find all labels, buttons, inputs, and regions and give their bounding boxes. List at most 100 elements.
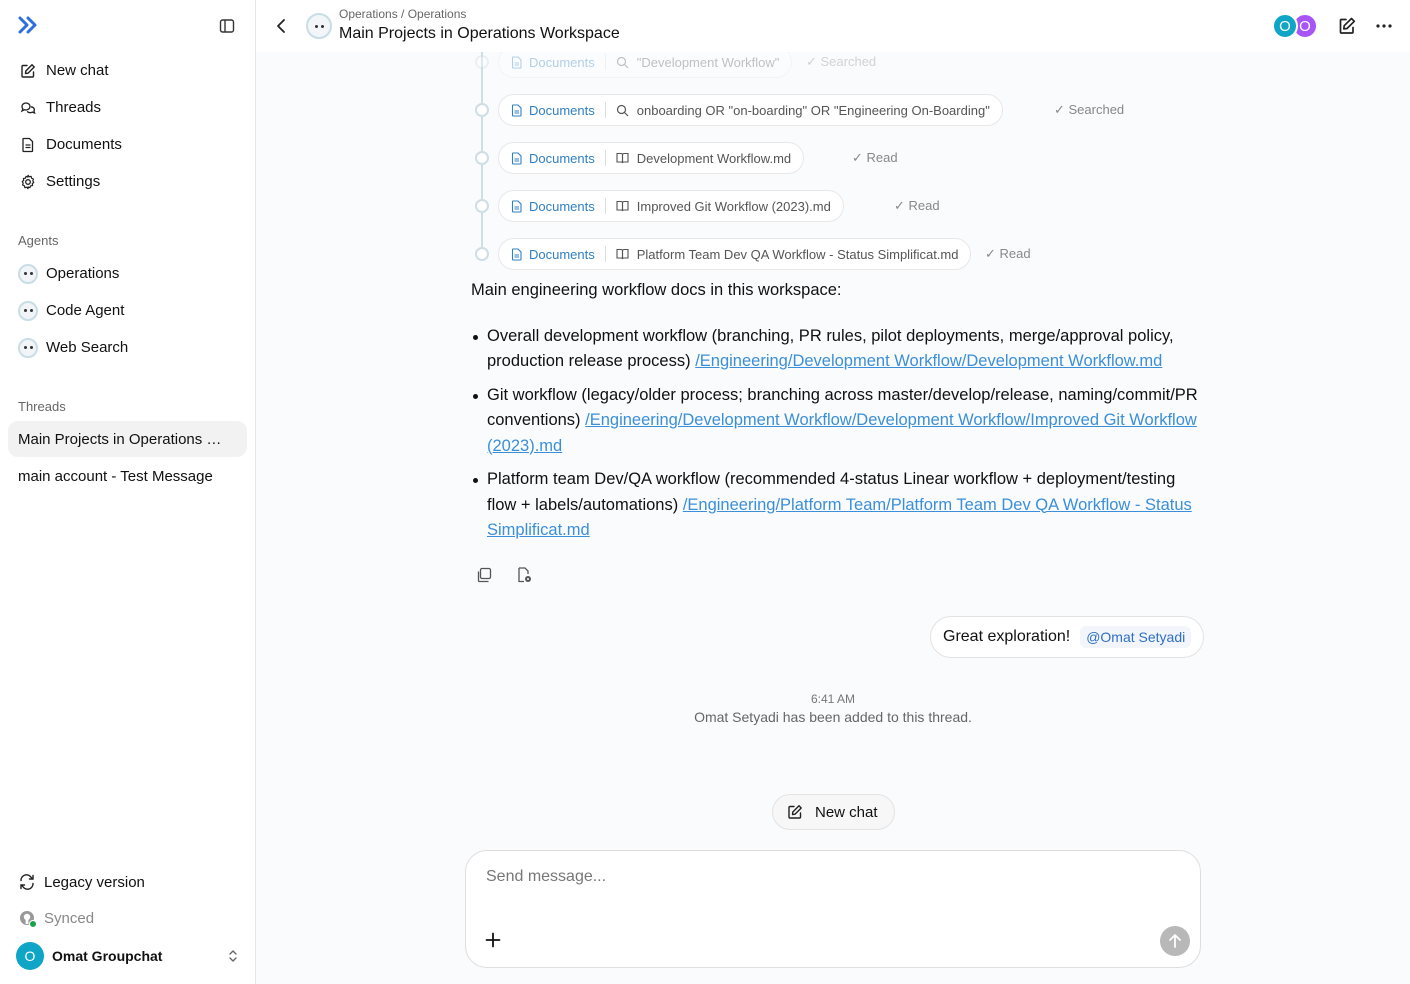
thread-label: Main Projects in Operations Workspace — [18, 430, 235, 448]
tool-status: ✓ Read — [852, 150, 898, 165]
assistant-message: Main engineering workflow docs in this w… — [471, 278, 1201, 552]
search-icon — [616, 56, 629, 68]
tool-call-pill[interactable]: Documents Platform Team Dev QA Workflow … — [498, 238, 972, 270]
main-panel: Operations / Operations Main Projects in… — [256, 0, 1410, 984]
copy-icon[interactable] — [475, 566, 493, 584]
synced-dot — [29, 920, 37, 928]
document-link[interactable]: /Engineering/Development Workflow/Develo… — [695, 352, 1162, 370]
document-link[interactable]: /Engineering/Development Workflow/Develo… — [487, 411, 1197, 455]
list-item: Git workflow (legacy/older process; bran… — [471, 383, 1201, 460]
avatar: O — [1272, 13, 1298, 39]
user-menu[interactable]: O Omat Groupchat — [8, 936, 247, 976]
nav-label: New chat — [46, 62, 109, 79]
tool-call-pill[interactable]: Documents onboarding OR "on-boarding" OR… — [498, 94, 1003, 126]
message-list: Overall development workflow (branching,… — [471, 324, 1201, 544]
nav-label: Settings — [46, 173, 101, 190]
agent-list: Operations Code Agent Web Search — [8, 255, 247, 366]
agent-operations[interactable]: Operations — [8, 255, 247, 292]
new-chat-button[interactable]: New chat — [772, 794, 895, 830]
agent-label: Web Search — [46, 339, 129, 356]
timeline-dot — [475, 55, 489, 69]
sidebar-toggle-icon[interactable] — [216, 15, 238, 37]
tool-query: Platform Team Dev QA Workflow - Status S… — [636, 246, 959, 262]
tool-source: Documents — [529, 150, 595, 166]
tool-query: onboarding OR "on-boarding" OR "Engineer… — [636, 102, 990, 118]
nav-new-chat[interactable]: New chat — [8, 52, 247, 89]
nav-documents[interactable]: Documents — [8, 126, 247, 163]
list-item: Platform team Dev/QA workflow (recommend… — [471, 467, 1201, 544]
tool-source: Documents — [529, 198, 595, 214]
list-item: Overall development workflow (branching,… — [471, 324, 1201, 375]
tool-source: Documents — [529, 102, 595, 118]
timeline-dot — [475, 103, 489, 117]
tool-source: Documents — [529, 246, 595, 262]
participant-avatars[interactable]: O O — [1272, 13, 1322, 39]
thread-label: main account - Test Message — [18, 467, 213, 485]
timeline-dot — [475, 199, 489, 213]
send-button[interactable] — [1160, 926, 1190, 956]
legacy-version-label: Legacy version — [44, 873, 145, 891]
agent-web-search[interactable]: Web Search — [8, 329, 247, 366]
more-options-icon[interactable] — [1374, 16, 1394, 36]
document-settings-icon[interactable] — [515, 566, 533, 584]
tool-call-pill[interactable]: Documents Improved Git Workflow (2023).m… — [498, 190, 844, 222]
tool-status: ✓ Searched — [1054, 102, 1125, 117]
edit-icon — [788, 805, 802, 819]
synced-label: Synced — [44, 909, 95, 927]
thread-item[interactable]: Main Projects in Operations Workspace — [8, 421, 247, 457]
tool-query: "Development Workflow" — [636, 54, 780, 70]
nav-label: Documents — [46, 136, 122, 153]
thread-item[interactable]: main account - Test Message — [8, 458, 247, 494]
tool-call-pill[interactable]: Documents Development Workflow.md — [498, 142, 805, 174]
legacy-version-link[interactable]: Legacy version — [8, 864, 247, 900]
plus-icon[interactable] — [484, 931, 502, 949]
nav-settings[interactable]: Settings — [8, 163, 247, 200]
github-icon — [18, 909, 37, 928]
chevron-up-down-icon — [227, 948, 239, 964]
agent-code-agent[interactable]: Code Agent — [8, 292, 247, 329]
agent-avatar-icon — [306, 13, 332, 39]
user-name: Omat Groupchat — [52, 948, 163, 964]
logo-icon[interactable] — [17, 15, 39, 35]
nav-threads[interactable]: Threads — [8, 89, 247, 126]
agent-label: Operations — [46, 265, 120, 282]
tool-query: Improved Git Workflow (2023).md — [636, 198, 831, 214]
agents-section-label: Agents — [18, 233, 59, 248]
message-input[interactable] — [486, 865, 1166, 889]
sidebar-header — [0, 0, 255, 52]
message-actions — [475, 566, 533, 584]
timeline-dot — [475, 151, 489, 165]
breadcrumb[interactable]: Operations / Operations — [339, 7, 466, 21]
mention-chip[interactable]: @Omat Setyadi — [1080, 626, 1192, 648]
sidebar: New chat Threads Documents Settings Agen… — [0, 0, 256, 984]
system-timestamp: 6:41 AM — [810, 692, 856, 706]
tool-status: ✓ Read — [985, 246, 1031, 261]
page-title: Main Projects in Operations Workspace — [339, 25, 620, 42]
tool-query: Development Workflow.md — [636, 150, 792, 166]
agent-avatar-icon — [18, 263, 38, 284]
tool-status: ✓ Read — [894, 198, 940, 213]
edit-icon[interactable] — [1337, 16, 1357, 36]
sidebar-footer: Legacy version Synced O Omat Groupchat — [8, 864, 247, 976]
avatar: O — [16, 942, 44, 970]
edit-icon — [20, 63, 36, 79]
search-icon — [616, 104, 629, 116]
threads-section-label: Threads — [18, 399, 66, 414]
message-composer — [465, 850, 1201, 968]
agent-label: Code Agent — [46, 302, 125, 319]
agent-avatar-icon — [18, 300, 38, 321]
nav-label: Threads — [46, 99, 102, 116]
sync-status: Synced — [8, 900, 247, 936]
book-icon — [616, 152, 629, 164]
sidebar-nav: New chat Threads Documents Settings — [8, 52, 247, 200]
document-icon — [511, 55, 522, 69]
timeline-dot — [475, 247, 489, 261]
thread-header: Operations / Operations Main Projects in… — [256, 0, 1410, 52]
switch-arrows-icon — [18, 873, 36, 891]
tool-status: ✓ Searched — [806, 54, 877, 69]
chat-bubbles-icon — [20, 100, 36, 116]
back-arrow-icon[interactable] — [272, 16, 290, 36]
user-message-text: Great exploration! — [943, 628, 1071, 645]
book-icon — [616, 248, 629, 260]
message-intro: Main engineering workflow docs in this w… — [471, 281, 842, 299]
